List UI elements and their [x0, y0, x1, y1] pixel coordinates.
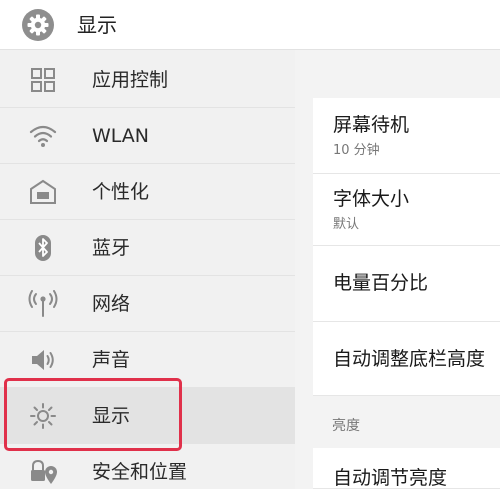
setting-auto-adjust-bottom-bar[interactable]: 自动调整底栏高度 — [313, 322, 500, 396]
setting-battery-percentage[interactable]: 电量百分比 — [313, 246, 500, 322]
setting-title: 字体大小 — [333, 188, 410, 210]
setting-title: 屏幕待机 — [333, 114, 410, 136]
sidebar-item-label: 应用控制 — [92, 69, 169, 91]
sidebar-item-bluetooth[interactable]: 蓝牙 — [0, 220, 295, 276]
setting-subtitle: 默认 — [333, 217, 360, 232]
setting-auto-brightness[interactable]: 自动调节亮度 — [313, 448, 500, 489]
setting-title: 电量百分比 — [333, 272, 429, 294]
sidebar-item-app-control[interactable]: 应用控制 — [0, 52, 295, 108]
personalize-icon — [30, 179, 56, 204]
page-title: 显示 — [77, 13, 117, 37]
sidebar-item-wlan[interactable]: WLAN — [0, 108, 295, 164]
sidebar-item-personalize[interactable]: 个性化 — [0, 164, 295, 220]
section-label-brightness: 亮度 — [332, 418, 360, 434]
sidebar-item-label: 网络 — [92, 293, 131, 315]
lock-location-icon — [31, 459, 57, 484]
sidebar-item-label: 声音 — [92, 349, 131, 371]
settings-panel: 屏幕待机 10 分钟 字体大小 默认 电量百分比 自动调整底栏高度 亮度 自动调… — [295, 50, 500, 489]
sidebar-item-network[interactable]: 网络 — [0, 276, 295, 332]
setting-subtitle: 10 分钟 — [333, 143, 380, 158]
selection-highlight-box — [4, 378, 182, 451]
app-grid-icon — [31, 68, 55, 92]
network-antenna-icon — [28, 290, 58, 317]
speaker-icon — [32, 350, 54, 370]
sidebar-item-label: 安全和位置 — [92, 461, 188, 483]
sidebar-item-label: 蓝牙 — [92, 237, 131, 259]
setting-title: 自动调节亮度 — [333, 467, 448, 489]
gear-icon — [22, 9, 54, 41]
sidebar-item-label: 个性化 — [92, 181, 150, 203]
setting-screen-standby[interactable]: 屏幕待机 10 分钟 — [313, 98, 500, 174]
header-bar: 显示 — [0, 0, 500, 50]
setting-font-size[interactable]: 字体大小 默认 — [313, 174, 500, 246]
sidebar-item-label: WLAN — [92, 125, 150, 147]
wifi-icon — [29, 125, 57, 147]
setting-title: 自动调整底栏高度 — [333, 348, 486, 370]
bluetooth-icon — [35, 235, 51, 261]
